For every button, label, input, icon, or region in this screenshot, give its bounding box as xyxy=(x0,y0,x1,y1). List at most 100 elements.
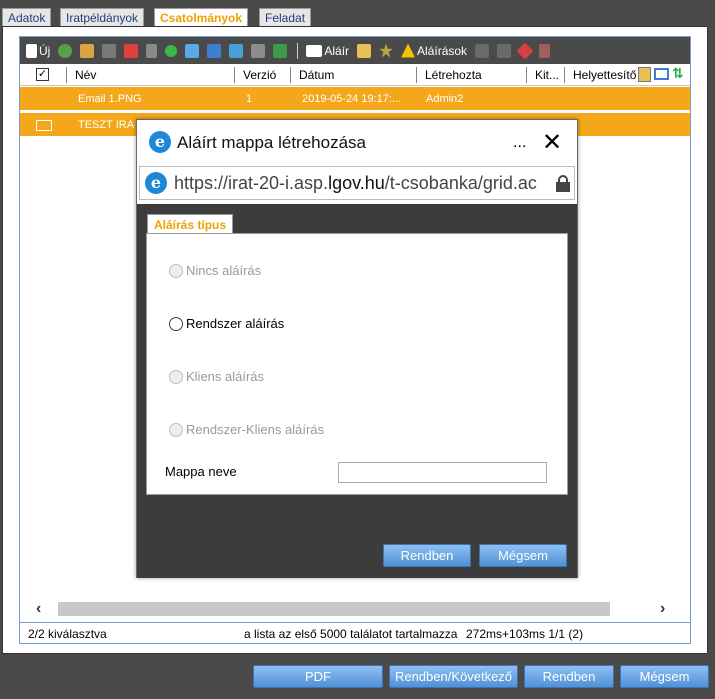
archive-icon xyxy=(207,43,222,58)
tab-csatolmanyok[interactable]: Csatolmányok xyxy=(154,8,249,27)
radio-button xyxy=(169,369,183,384)
more-options-button[interactable]: ... xyxy=(513,134,526,152)
radio-label: Rendszer-Kliens aláírás xyxy=(186,422,325,437)
result-limit-info: a lista az első 5000 találatot tartalmaz… xyxy=(244,627,458,641)
scanner-button[interactable] xyxy=(80,41,95,61)
refresh-icon xyxy=(229,43,244,58)
dialog-title: Aláírt mappa létrehozása xyxy=(177,133,366,152)
lock-button[interactable] xyxy=(497,41,512,61)
export-icon[interactable] xyxy=(638,67,651,82)
radio-button xyxy=(169,422,183,437)
table-row[interactable]: Email 1.PNG 1 2019-05-24 19:17:... Admin… xyxy=(20,87,690,111)
cancel-button[interactable]: Mégsem xyxy=(620,665,709,688)
favorite-button[interactable] xyxy=(379,41,394,61)
column-header-version[interactable]: Verzió xyxy=(234,67,290,83)
cell-date: 2019-05-24 19:17:... xyxy=(302,93,402,105)
radio-label[interactable]: Rendszer aláírás xyxy=(186,316,284,331)
email-button[interactable] xyxy=(185,41,200,61)
horizontal-scrollbar[interactable]: ‹ › xyxy=(20,600,690,618)
radio-system-signature[interactable]: Rendszer aláírás xyxy=(169,316,284,331)
scroll-right-icon[interactable]: › xyxy=(660,600,665,618)
folder-icon xyxy=(357,43,372,58)
email-icon xyxy=(185,43,200,58)
tab-adatok[interactable]: Adatok xyxy=(2,8,52,27)
signature-type-panel: Nincs aláírás Rendszer aláírás Kliens al… xyxy=(146,233,568,495)
columns-icon xyxy=(251,43,266,58)
folder-name-input[interactable] xyxy=(338,462,547,483)
sign-button[interactable]: Aláír xyxy=(306,41,349,61)
report-button[interactable] xyxy=(539,41,551,61)
briefcase-icon xyxy=(36,120,52,131)
selection-count: 2/2 kiválasztva xyxy=(28,627,107,641)
close-icon[interactable]: ✕ xyxy=(542,128,562,157)
grid-view-button[interactable] xyxy=(475,41,490,61)
column-header-substitute[interactable]: Helyettesítő xyxy=(564,67,640,83)
tab-feladat[interactable]: Feladat xyxy=(259,8,312,27)
grid-icon xyxy=(475,43,490,58)
delete-button[interactable] xyxy=(124,41,139,61)
share-button[interactable] xyxy=(165,41,178,61)
column-header-name[interactable]: Név xyxy=(66,67,234,83)
lock-icon xyxy=(556,175,570,192)
radio-client-signature: Kliens aláírás xyxy=(169,369,264,384)
star-icon xyxy=(379,43,394,58)
timing-info: 272ms+103ms 1/1 (2) xyxy=(466,627,584,641)
new-label: Új xyxy=(39,43,51,58)
edit-icon xyxy=(102,43,117,58)
pdf-button[interactable]: PDF xyxy=(253,665,383,688)
radio-button xyxy=(169,263,183,278)
grid-toolbar: Új Aláír Aláírások xyxy=(20,37,690,64)
delete-icon xyxy=(124,43,139,58)
document-button[interactable] xyxy=(146,41,158,61)
checkbox-icon xyxy=(306,44,323,57)
sync-icon[interactable]: ⇅ xyxy=(672,65,684,82)
refresh-button[interactable] xyxy=(229,41,244,61)
radio-label: Nincs aláírás xyxy=(186,263,262,278)
column-header-created-by[interactable]: Létrehozta xyxy=(416,67,526,83)
column-header-date[interactable]: Dátum xyxy=(290,67,416,83)
signatures-button[interactable]: Aláírások xyxy=(401,41,467,61)
radio-no-signature: Nincs aláírás xyxy=(169,263,261,278)
tab-signature-type[interactable]: Aláírás típus xyxy=(147,214,234,234)
download-button[interactable] xyxy=(58,41,73,61)
dialog-ok-button[interactable]: Rendben xyxy=(383,544,471,567)
radio-button[interactable] xyxy=(169,316,183,331)
warning-icon xyxy=(401,43,416,58)
dialog-cancel-button[interactable]: Mégsem xyxy=(479,544,567,567)
alert-icon xyxy=(516,42,534,59)
grid-header: ✓ Név Verzió Dátum Létrehozta Kit... Hel… xyxy=(20,64,690,86)
columns-button[interactable] xyxy=(251,41,266,61)
archive-button[interactable] xyxy=(207,41,222,61)
report-icon xyxy=(539,43,551,58)
scanner-icon xyxy=(80,43,95,58)
signatures-label: Aláírások xyxy=(417,43,468,58)
new-document-icon xyxy=(26,43,37,58)
ie-icon: e xyxy=(145,172,167,194)
share-icon xyxy=(165,44,178,57)
ok-next-button[interactable]: Rendben/Következő xyxy=(389,665,518,688)
url-text: https://irat-20-i.asp.lgov.hu/t-csobanka… xyxy=(174,173,537,193)
edit-button[interactable] xyxy=(102,41,117,61)
alert-button[interactable] xyxy=(516,41,534,61)
column-header-kit[interactable]: Kit... xyxy=(526,67,564,83)
excel-button[interactable] xyxy=(273,41,288,61)
cell-name: TESZT IRA xyxy=(78,119,135,131)
window-icon[interactable] xyxy=(654,68,669,80)
ok-button[interactable]: Rendben xyxy=(524,665,614,688)
download-icon xyxy=(58,43,73,58)
radio-system-client-signature: Rendszer-Kliens aláírás xyxy=(169,422,324,437)
signed-folder-dialog: e Aláírt mappa létrehozása ... ✕ e https… xyxy=(136,119,578,578)
address-bar: e https://irat-20-i.asp.lgov.hu/t-csoban… xyxy=(139,166,575,200)
scroll-left-icon[interactable]: ‹ xyxy=(36,600,41,618)
scroll-thumb[interactable] xyxy=(58,602,610,616)
grid-status-bar: 2/2 kiválasztva a lista az első 5000 tal… xyxy=(20,622,690,643)
tab-iratpeldanyok[interactable]: Iratpéldányok xyxy=(60,8,145,27)
tab-bar: Adatok Iratpéldányok Csatolmányok Felada… xyxy=(0,0,715,27)
folder-sign-button[interactable] xyxy=(357,41,372,61)
new-button[interactable]: Új xyxy=(26,41,50,61)
radio-label: Kliens aláírás xyxy=(186,369,265,384)
ie-icon: e xyxy=(149,131,171,153)
cell-version: 1 xyxy=(246,93,253,105)
select-all-checkbox[interactable]: ✓ xyxy=(36,68,49,81)
dialog-body: Aláírás típus Nincs aláírás Rendszer alá… xyxy=(137,204,577,578)
